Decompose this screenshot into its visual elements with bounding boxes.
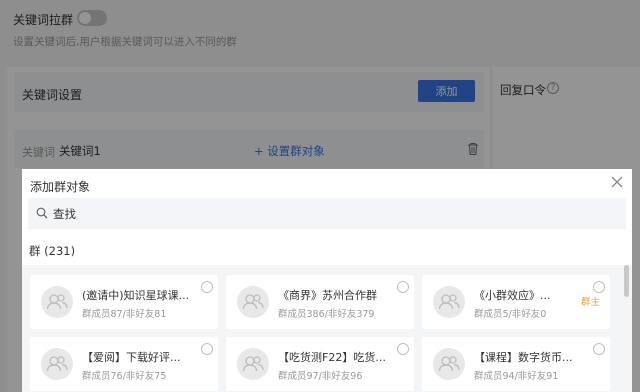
group-meta: 群成员76/非好友75	[82, 371, 167, 382]
select-radio[interactable]	[593, 281, 605, 293]
select-radio[interactable]	[397, 281, 409, 293]
group-count: 群 (231)	[29, 244, 76, 258]
close-icon[interactable]	[610, 175, 624, 189]
group-card[interactable]: 《商界》苏州合作群 群成员386/非好友379	[226, 275, 414, 329]
group-name: 【爱阅】下载好评...	[82, 351, 181, 364]
avatar	[433, 348, 465, 380]
group-meta: 群成员94/非好友91	[474, 371, 559, 382]
scrollbar-thumb[interactable]	[624, 265, 629, 297]
group-meta: 群成员5/非好友0	[474, 309, 547, 320]
search-icon	[36, 207, 48, 219]
group-card[interactable]: 《小群效应》... 群成员5/非好友0 群主	[422, 275, 610, 329]
select-radio[interactable]	[593, 343, 605, 355]
avatar	[41, 286, 73, 318]
group-name: 【吃货测F22】吃货...	[278, 351, 386, 364]
group-meta: 群成员87/非好友81	[82, 309, 167, 320]
avatar	[41, 348, 73, 380]
avatar	[433, 286, 465, 318]
select-radio[interactable]	[397, 343, 409, 355]
select-radio[interactable]	[201, 343, 213, 355]
group-card[interactable]: 【课程】数字货币... 群成员94/非好友91	[422, 337, 610, 391]
group-card[interactable]: 【爱阅】下载好评... 群成员76/非好友75	[30, 337, 218, 391]
select-radio[interactable]	[201, 281, 213, 293]
search-box	[28, 198, 626, 229]
dialog-title: 添加群对象	[30, 180, 91, 194]
group-meta: 群成员97/非好友96	[278, 371, 363, 382]
group-card[interactable]: (邀请中)知识星球课... 群成员87/非好友81	[30, 275, 218, 329]
group-name: 【课程】数字货币...	[474, 351, 573, 364]
group-name: 《商界》苏州合作群	[278, 289, 377, 302]
add-group-dialog: 添加群对象 群 (231) (邀请中)知识星球课... 群成员87/非好友81 …	[22, 169, 632, 392]
group-card-area: (邀请中)知识星球课... 群成员87/非好友81 《商界》苏州合作群 群成员3…	[22, 265, 632, 392]
group-meta: 群成员386/非好友379	[278, 309, 375, 320]
search-input[interactable]	[53, 205, 613, 223]
avatar	[237, 348, 269, 380]
owner-badge: 群主	[580, 297, 600, 308]
avatar	[237, 286, 269, 318]
group-card[interactable]: 【吃货测F22】吃货... 群成员97/非好友96	[226, 337, 414, 391]
group-name: 《小群效应》...	[474, 289, 551, 302]
group-name: (邀请中)知识星球课...	[82, 289, 190, 302]
